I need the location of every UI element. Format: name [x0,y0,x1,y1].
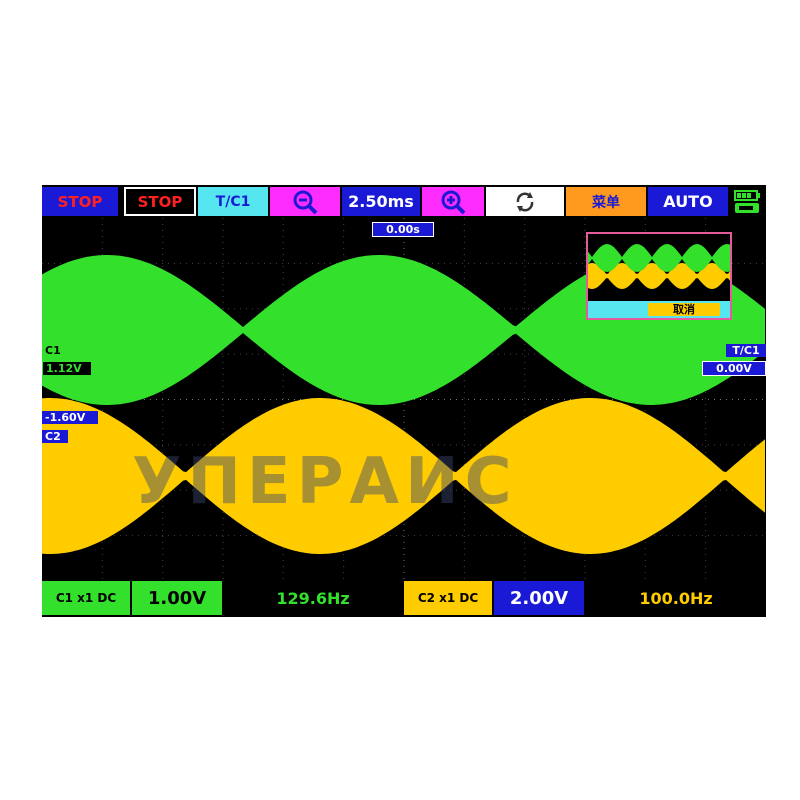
top-toolbar: STOP STOP T/C1 2.50ms 菜单 AUTO [42,185,766,218]
c1-scale-value[interactable]: 1.00V [132,581,222,615]
c2-frequency: 100.0Hz [586,581,766,615]
battery-indicator [732,187,764,216]
trigger-level-label: 0.00V [702,361,766,376]
c2-scale-value[interactable]: 2.00V [494,581,584,615]
overview-window: 取消 [586,232,732,320]
timebase-value[interactable]: 2.50ms [342,187,420,216]
c2-coupling-button[interactable]: C2 x1 DC [404,581,492,615]
stop-button[interactable]: STOP [124,187,196,216]
trigger-source-button[interactable]: T/C1 [198,187,268,216]
zoom-out-button[interactable] [270,187,340,216]
battery-icon [734,189,760,213]
c1-coupling-button[interactable]: C1 x1 DC [42,581,130,615]
menu-button[interactable]: 菜单 [566,187,646,216]
c2-offset-label: -1.60V [42,411,98,424]
overview-bar: 取消 [588,301,730,318]
run-state-indicator: STOP [42,187,118,216]
c1-frequency: 129.6Hz [224,581,402,615]
overview-waveform [588,244,730,289]
zoom-out-icon [293,190,318,214]
trigger-level-marker[interactable]: T/C1 [726,344,766,357]
trigger-position-label: 0.00s [372,222,434,237]
refresh-button[interactable] [486,187,564,216]
auto-button[interactable]: AUTO [648,187,728,216]
zoom-in-button[interactable] [422,187,484,216]
overview-cancel-button[interactable]: 取消 [648,303,720,316]
refresh-icon [516,191,534,212]
c1-offset-label: 1.12V [42,361,92,376]
zoom-in-icon [441,190,466,214]
oscilloscope-screen: STOP STOP T/C1 2.50ms 菜单 AUTO 0.00s 取消 C… [42,185,766,617]
bottom-status-bar: C1 x1 DC 1.00V 129.6Hz C2 x1 DC 2.00V 10… [42,581,766,617]
c1-marker[interactable]: C1 [42,344,68,357]
c2-marker[interactable]: C2 [42,430,68,443]
